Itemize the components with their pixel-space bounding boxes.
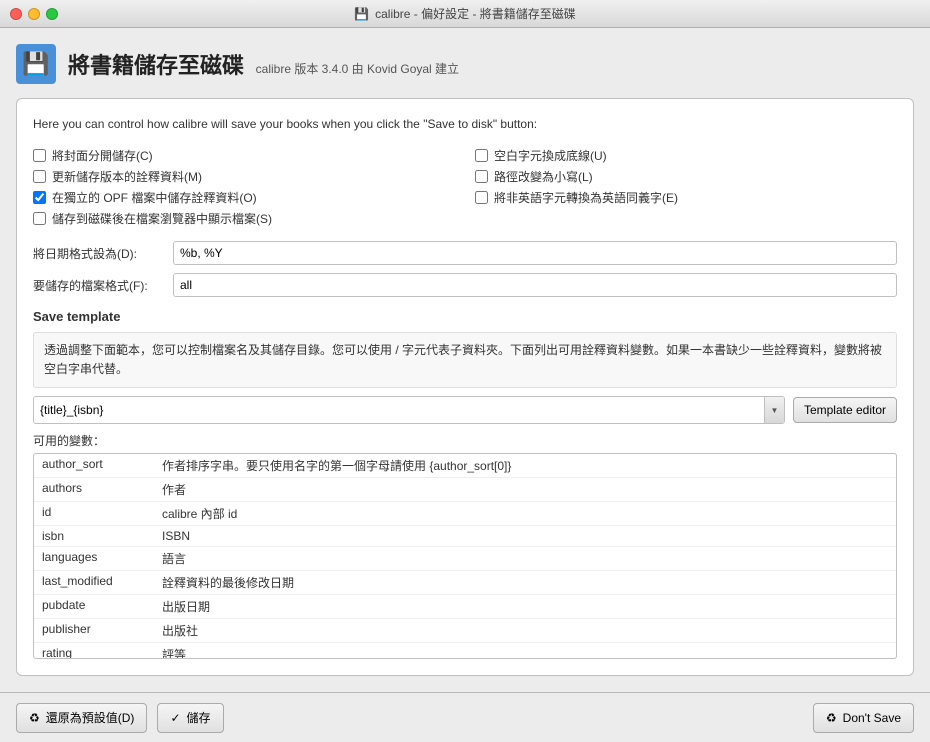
checkbox-label-cb3: 更新儲存版本的詮釋資料(M) [52, 168, 202, 185]
checkbox-label-cb1: 將封面分開儲存(C) [52, 147, 153, 164]
page-subtitle: calibre 版本 3.4.0 由 Kovid Goyal 建立 [256, 62, 459, 76]
form-input-0[interactable] [173, 241, 897, 265]
var-desc: 語言 [154, 547, 896, 571]
template-editor-button[interactable]: Template editor [793, 397, 897, 423]
dont-save-label: Don't Save [843, 711, 901, 725]
var-name: authors [34, 478, 154, 502]
checkbox-cb6[interactable] [475, 191, 488, 204]
checkbox-label-cb5: 在獨立的 OPF 檔案中儲存詮釋資料(O) [52, 189, 257, 206]
table-row: languages語言 [34, 547, 896, 571]
var-desc: 作者 [154, 478, 896, 502]
restore-label: 還原為預設值(D) [46, 709, 135, 726]
var-name: last_modified [34, 571, 154, 595]
checkbox-cb4[interactable] [475, 170, 488, 183]
template-input-wrapper: ▼ [33, 396, 785, 424]
checkbox-cb5[interactable] [33, 191, 46, 204]
header-text-group: 將書籍儲存至磁碟 calibre 版本 3.4.0 由 Kovid Goyal … [68, 48, 459, 80]
var-desc: 評等 [154, 643, 896, 658]
table-row: rating評等 [34, 643, 896, 658]
checkbox-cb7[interactable] [33, 212, 46, 225]
var-desc: 出版日期 [154, 595, 896, 619]
floppy-disk-icon: 💾 [354, 7, 369, 21]
var-name: languages [34, 547, 154, 571]
save-label: 儲存 [187, 709, 211, 726]
checkbox-row-cb2: 空白字元換成底線(U) [475, 147, 897, 164]
checkboxes-grid: 將封面分開儲存(C) 空白字元換成底線(U) 更新儲存版本的詮釋資料(M) 路徑改變為… [33, 147, 897, 227]
checkbox-row-cb3: 更新儲存版本的詮釋資料(M) [33, 168, 455, 185]
vars-label: 可用的變數： [33, 432, 897, 449]
var-name: rating [34, 643, 154, 658]
table-row: last_modified詮釋資料的最後修改日期 [34, 571, 896, 595]
main-content: 💾 將書籍儲存至磁碟 calibre 版本 3.4.0 由 Kovid Goya… [0, 28, 930, 692]
template-input[interactable] [34, 397, 764, 423]
window-controls [10, 8, 58, 20]
checkbox-label-cb4: 路徑改變為小寫(L) [494, 168, 593, 185]
template-description: 透過調整下面範本，您可以控制檔案名及其儲存目錄。您可以使用 / 字元代表子資料夾… [33, 332, 897, 388]
table-row: authors作者 [34, 478, 896, 502]
var-desc: 作者排序字串。要只使用名字的第一個字母請使用 {author_sort[0]} [154, 454, 896, 478]
form-row-1: 要儲存的檔案格式(F): [33, 273, 897, 297]
var-desc: calibre 內部 id [154, 502, 896, 526]
restore-defaults-button[interactable]: ♻ 還原為預設值(D) [16, 703, 147, 733]
title-bar-text: 💾 calibre - 偏好設定 - 將書籍儲存至磁碟 [354, 5, 576, 22]
checkbox-label-cb2: 空白字元換成底線(U) [494, 147, 607, 164]
checkbox-row-cb5: 在獨立的 OPF 檔案中儲存詮釋資料(O) [33, 189, 455, 206]
recycle-icon: ♻ [29, 711, 40, 725]
checkbox-cb2[interactable] [475, 149, 488, 162]
page-title: 將書籍儲存至磁碟 [68, 53, 244, 78]
form-row-0: 將日期格式設為(D): [33, 241, 897, 265]
var-desc: 出版社 [154, 619, 896, 643]
section-title: Save template [33, 309, 897, 324]
bottom-left-buttons: ♻ 還原為預設值(D) ✓ 儲存 [16, 703, 224, 733]
var-name: publisher [34, 619, 154, 643]
check-icon: ✓ [170, 711, 180, 725]
minimize-button[interactable] [28, 8, 40, 20]
bottom-bar: ♻ 還原為預設值(D) ✓ 儲存 ♻ Don't Save [0, 692, 930, 742]
var-desc: 詮釋資料的最後修改日期 [154, 571, 896, 595]
checkbox-row-cb7: 儲存到磁碟後在檔案瀏覽器中顯示檔案(S) [33, 210, 455, 227]
description-text: Here you can control how calibre will sa… [33, 115, 897, 133]
var-name: author_sort [34, 454, 154, 478]
var-name: pubdate [34, 595, 154, 619]
checkbox-row-cb6: 將非英語字元轉換為英語同義字(E) [475, 189, 897, 206]
titlebar: 💾 calibre - 偏好設定 - 將書籍儲存至磁碟 [0, 0, 930, 28]
checkbox-label-cb6: 將非英語字元轉換為英語同義字(E) [494, 189, 678, 206]
var-desc: ISBN [154, 526, 896, 547]
table-row: idcalibre 內部 id [34, 502, 896, 526]
vars-table-scroll[interactable]: author_sort作者排序字串。要只使用名字的第一個字母請使用 {autho… [34, 454, 896, 658]
table-row: author_sort作者排序字串。要只使用名字的第一個字母請使用 {autho… [34, 454, 896, 478]
form-input-1[interactable] [173, 273, 897, 297]
form-label-0: 將日期格式設為(D): [33, 245, 173, 262]
checkbox-cb3[interactable] [33, 170, 46, 183]
maximize-button[interactable] [46, 8, 58, 20]
save-button[interactable]: ✓ 儲存 [157, 703, 223, 733]
close-button[interactable] [10, 8, 22, 20]
vars-table: author_sort作者排序字串。要只使用名字的第一個字母請使用 {autho… [34, 454, 896, 658]
page-header-icon: 💾 [16, 44, 56, 84]
table-row: pubdate出版日期 [34, 595, 896, 619]
template-dropdown-arrow[interactable]: ▼ [764, 397, 784, 423]
save-disk-icon: 💾 [22, 51, 49, 77]
form-rows: 將日期格式設為(D): 要儲存的檔案格式(F): [33, 241, 897, 305]
content-box: Here you can control how calibre will sa… [16, 98, 914, 676]
vars-table-container: author_sort作者排序字串。要只使用名字的第一個字母請使用 {autho… [33, 453, 897, 659]
recycle-icon-right: ♻ [826, 711, 837, 725]
checkbox-label-cb7: 儲存到磁碟後在檔案瀏覽器中顯示檔案(S) [52, 210, 272, 227]
table-row: publisher出版社 [34, 619, 896, 643]
checkbox-cb1[interactable] [33, 149, 46, 162]
var-name: id [34, 502, 154, 526]
table-row: isbnISBN [34, 526, 896, 547]
form-label-1: 要儲存的檔案格式(F): [33, 277, 173, 294]
dont-save-button[interactable]: ♻ Don't Save [813, 703, 914, 733]
checkbox-row-cb1: 將封面分開儲存(C) [33, 147, 455, 164]
page-header: 💾 將書籍儲存至磁碟 calibre 版本 3.4.0 由 Kovid Goya… [16, 44, 914, 84]
template-input-row: ▼ Template editor [33, 396, 897, 424]
var-name: isbn [34, 526, 154, 547]
checkbox-row-cb4: 路徑改變為小寫(L) [475, 168, 897, 185]
